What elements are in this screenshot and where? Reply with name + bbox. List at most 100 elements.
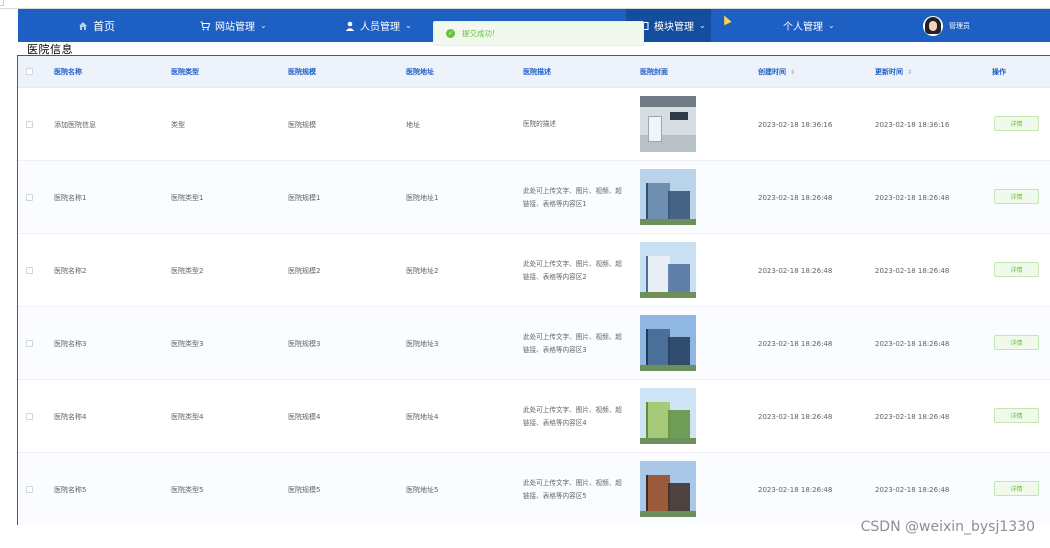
cell-created: 2023-02-18 18:26:48 <box>758 339 833 348</box>
cell-cover-image[interactable] <box>640 96 696 152</box>
detail-button[interactable]: 详情 <box>994 481 1039 496</box>
col-header-actions: 操作 <box>992 68 1006 76</box>
col-header-scale: 医院规模 <box>288 68 316 76</box>
detail-button[interactable]: 详情 <box>994 408 1039 423</box>
col-header-updated[interactable]: 更新时间 ⇕ <box>875 56 912 88</box>
cell-name: 医院名称2 <box>54 266 87 275</box>
cell-created: 2023-02-18 18:26:48 <box>758 193 833 202</box>
chevron-down-icon: ⌄ <box>405 21 412 30</box>
cell-updated: 2023-02-18 18:26:48 <box>875 266 950 275</box>
cell-scale: 医院规模3 <box>288 339 321 348</box>
cell-type: 医院类型5 <box>171 485 204 494</box>
watermark: CSDN @weixin_bysj1330 <box>860 519 1035 535</box>
chevron-down-icon: ⌄ <box>699 21 706 30</box>
cell-cover-image[interactable] <box>640 242 696 298</box>
cell-desc: 此处可上传文字、图片、视频、超链接、表格等内容区5 <box>523 478 622 500</box>
cell-name: 医院名称3 <box>54 339 87 348</box>
cell-name: 添加医院信息 <box>54 120 96 129</box>
nav-staff-label: 人员管理 <box>360 22 400 33</box>
col-header-cover: 医院封面 <box>640 68 668 76</box>
nav-module-label: 模块管理 <box>654 22 694 33</box>
detail-button[interactable]: 详情 <box>994 116 1039 131</box>
sort-icon[interactable]: ⇕ <box>907 69 912 76</box>
cell-created: 2023-02-18 18:26:48 <box>758 485 833 494</box>
nav-site-label: 网站管理 <box>215 22 255 33</box>
row-checkbox[interactable] <box>26 267 33 274</box>
cell-type: 医院类型3 <box>171 339 204 348</box>
detail-button[interactable]: 详情 <box>994 262 1039 277</box>
user-icon <box>345 21 355 31</box>
cell-cover-image[interactable] <box>640 461 696 517</box>
success-toast: ✓ 提交成功! <box>433 21 644 46</box>
cell-scale: 医院规模1 <box>288 193 321 202</box>
cell-type: 医院类型1 <box>171 193 204 202</box>
cell-created: 2023-02-18 18:26:48 <box>758 266 833 275</box>
col-header-created-label: 创建时间 <box>758 68 786 76</box>
table-row: 医院名称1 医院类型1 医院规模1 医院地址1 此处可上传文字、图片、视频、超链… <box>18 161 1050 234</box>
check-circle-icon: ✓ <box>446 29 455 38</box>
cell-address: 医院地址2 <box>406 266 439 275</box>
cell-scale: 医院规模5 <box>288 485 321 494</box>
cell-name: 医院名称1 <box>54 193 87 202</box>
row-checkbox[interactable] <box>26 340 33 347</box>
user-name: 管理员 <box>949 21 970 30</box>
row-checkbox[interactable] <box>26 486 33 493</box>
cell-created: 2023-02-18 18:26:48 <box>758 412 833 421</box>
cell-created: 2023-02-18 18:36:16 <box>758 120 833 129</box>
cell-updated: 2023-02-18 18:26:48 <box>875 193 950 202</box>
cell-address: 医院地址3 <box>406 339 439 348</box>
cell-desc: 此处可上传文字、图片、视频、超链接、表格等内容区1 <box>523 186 622 208</box>
table-row: 医院名称4 医院类型4 医院规模4 医院地址4 此处可上传文字、图片、视频、超链… <box>18 380 1050 453</box>
nav-staff-management[interactable]: 人员管理 ⌄ <box>345 9 412 42</box>
cell-cover-image[interactable] <box>640 169 696 225</box>
toast-message: 提交成功! <box>462 29 496 38</box>
cell-cover-image[interactable] <box>640 315 696 371</box>
table-row: 医院名称5 医院类型5 医院规模5 医院地址5 此处可上传文字、图片、视频、超链… <box>18 453 1050 525</box>
cell-type: 医院类型4 <box>171 412 204 421</box>
user-profile[interactable]: 管理员 <box>923 9 970 42</box>
row-checkbox[interactable] <box>26 413 33 420</box>
col-header-address: 医院地址 <box>406 68 434 76</box>
cell-updated: 2023-02-18 18:26:48 <box>875 485 950 494</box>
cell-name: 医院名称5 <box>54 485 87 494</box>
chevron-down-icon: ⌄ <box>260 21 267 30</box>
row-checkbox[interactable] <box>26 121 33 128</box>
nav-personal-management[interactable]: 个人管理 ⌄ <box>783 9 835 42</box>
cell-desc: 此处可上传文字、图片、视频、超链接、表格等内容区3 <box>523 332 622 354</box>
home-icon <box>79 21 87 30</box>
nav-home[interactable]: 首页 <box>78 9 115 42</box>
cell-scale: 医院规模4 <box>288 412 321 421</box>
sort-icon[interactable]: ⇕ <box>790 69 795 76</box>
detail-button[interactable]: 详情 <box>994 335 1039 350</box>
nav-home-label: 首页 <box>93 19 115 33</box>
table-row: 医院名称2 医院类型2 医院规模2 医院地址2 此处可上传文字、图片、视频、超链… <box>18 234 1050 307</box>
avatar <box>923 15 943 36</box>
cell-address: 医院地址4 <box>406 412 439 421</box>
cell-name: 医院名称4 <box>54 412 87 421</box>
cell-updated: 2023-02-18 18:26:48 <box>875 339 950 348</box>
cell-address: 医院地址1 <box>406 193 439 202</box>
table-header: 医院名称 医院类型 医院规模 医院地址 医院描述 医院封面 创建时间 ⇕ 更新时间… <box>18 56 1050 88</box>
window-top-edge <box>0 0 1050 9</box>
cell-desc: 医院的描述 <box>523 120 556 128</box>
cell-updated: 2023-02-18 18:36:16 <box>875 120 950 129</box>
hospital-table: 医院名称 医院类型 医院规模 医院地址 医院描述 医院封面 创建时间 ⇕ 更新时间… <box>17 55 1050 525</box>
cell-cover-image[interactable] <box>640 388 696 444</box>
chevron-down-icon: ⌄ <box>828 21 835 30</box>
cell-type: 类型 <box>171 120 185 129</box>
row-checkbox[interactable] <box>26 194 33 201</box>
cell-updated: 2023-02-18 18:26:48 <box>875 412 950 421</box>
nav-site-management[interactable]: 网站管理 ⌄ <box>200 9 267 42</box>
select-all-checkbox[interactable] <box>26 68 33 75</box>
col-header-updated-label: 更新时间 <box>875 68 903 76</box>
detail-button[interactable]: 详情 <box>994 189 1039 204</box>
col-header-created[interactable]: 创建时间 ⇕ <box>758 56 795 88</box>
cart-icon <box>200 21 210 30</box>
cell-desc: 此处可上传文字、图片、视频、超链接、表格等内容区4 <box>523 405 622 427</box>
cell-scale: 医院规模2 <box>288 266 321 275</box>
table-row: 医院名称3 医院类型3 医院规模3 医院地址3 此处可上传文字、图片、视频、超链… <box>18 307 1050 380</box>
cell-desc: 此处可上传文字、图片、视频、超链接、表格等内容区2 <box>523 259 622 281</box>
nav-personal-label: 个人管理 <box>783 22 823 33</box>
cell-scale: 医院规模 <box>288 120 316 129</box>
col-header-name: 医院名称 <box>54 68 82 76</box>
